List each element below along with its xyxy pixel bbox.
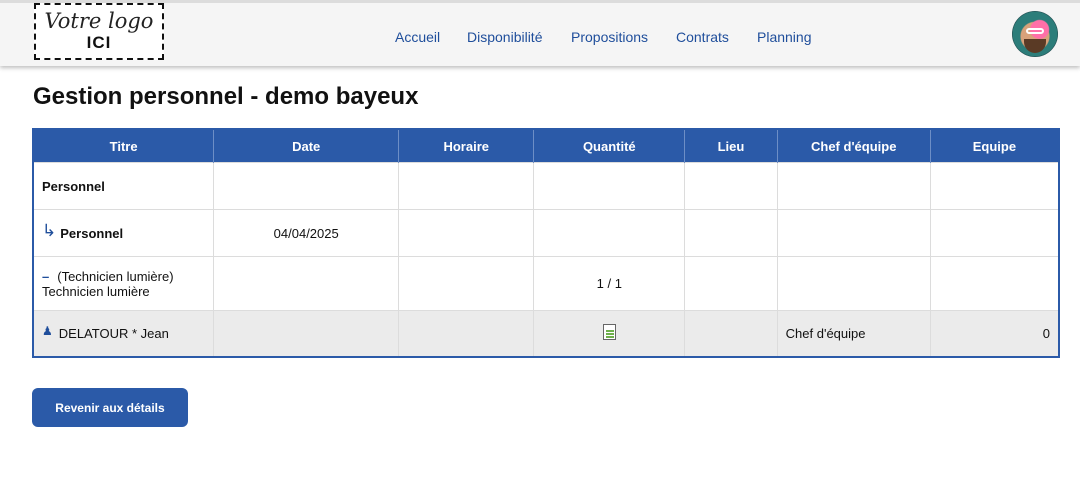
cell-titre-line1: (Technicien lumière): [57, 268, 174, 284]
cell-lieu: [684, 310, 778, 358]
cell-quantite: [533, 310, 686, 358]
avatar-beard: [1024, 39, 1046, 53]
cell-quantite: [533, 162, 686, 210]
cell-titre: ↳ Personnel: [32, 209, 215, 257]
page-title: Gestion personnel - demo bayeux: [33, 83, 419, 110]
cell-date: 04/04/2025: [213, 209, 400, 257]
cell-horaire: [398, 310, 535, 358]
document-icon[interactable]: [602, 324, 616, 340]
cell-equipe: [929, 209, 1060, 257]
user-avatar[interactable]: [1012, 11, 1058, 57]
avatar-glasses: [1026, 28, 1044, 34]
cell-chef: [776, 256, 931, 311]
cell-horaire: [398, 256, 535, 311]
col-lieu[interactable]: Lieu: [684, 129, 778, 163]
col-equipe[interactable]: Equipe: [930, 129, 1059, 163]
cell-date: [213, 162, 400, 210]
table-row[interactable]: – (Technicien lumière) Technicien lumière…: [32, 256, 1060, 311]
cell-lieu: [684, 209, 778, 257]
cell-titre: ♟ DELATOUR * Jean: [32, 310, 215, 358]
cell-quantite: [533, 209, 686, 257]
nav-planning[interactable]: Planning: [757, 29, 812, 45]
table-row[interactable]: Personnel: [32, 162, 1060, 210]
cell-titre-text: Personnel: [60, 226, 124, 241]
cell-lieu: [684, 256, 778, 311]
cell-titre-text: DELATOUR * Jean: [58, 326, 169, 341]
cell-titre: – (Technicien lumière) Technicien lumière: [32, 256, 215, 311]
main-nav: Accueil Disponibilité Propositions Contr…: [0, 3, 1080, 69]
nav-accueil[interactable]: Accueil: [395, 29, 440, 45]
cell-horaire: [398, 162, 535, 210]
cell-lieu: [684, 162, 778, 210]
cell-titre: Personnel: [32, 162, 215, 210]
table-row[interactable]: ♟ DELATOUR * Jean Chef d'équipe 0: [32, 310, 1060, 358]
col-titre[interactable]: Titre: [33, 129, 215, 163]
cell-chef: Chef d'équipe: [776, 310, 931, 358]
cell-horaire: [398, 209, 535, 257]
person-icon: ♟: [42, 324, 53, 338]
personnel-table: Titre Date Horaire Quantité Lieu Chef d'…: [32, 128, 1060, 358]
cell-quantite: 1 / 1: [533, 256, 686, 311]
table-header-row: Titre Date Horaire Quantité Lieu Chef d'…: [33, 129, 1059, 163]
cell-equipe: [929, 256, 1060, 311]
cell-equipe: [929, 162, 1060, 210]
cell-chef: [776, 209, 931, 257]
subitem-arrow-icon: ↳: [42, 221, 57, 240]
col-quantite[interactable]: Quantité: [533, 129, 686, 163]
cell-chef: [776, 162, 931, 210]
nav-propositions[interactable]: Propositions: [571, 29, 648, 45]
table-row[interactable]: ↳ Personnel 04/04/2025: [32, 209, 1060, 257]
col-chef[interactable]: Chef d'équipe: [777, 129, 931, 163]
nav-disponibilite[interactable]: Disponibilité: [467, 29, 542, 45]
top-navigation-bar: Votre logo ICI Accueil Disponibilité Pro…: [0, 0, 1080, 66]
cell-titre-line2: Technicien lumière: [42, 283, 150, 299]
cell-equipe: 0: [929, 310, 1060, 358]
cell-date: [213, 310, 400, 358]
nav-contrats[interactable]: Contrats: [676, 29, 729, 45]
col-date[interactable]: Date: [213, 129, 400, 163]
cell-date: [213, 256, 400, 311]
back-to-details-button[interactable]: Revenir aux détails: [32, 388, 188, 427]
col-horaire[interactable]: Horaire: [398, 129, 535, 163]
minus-icon: –: [42, 268, 50, 284]
